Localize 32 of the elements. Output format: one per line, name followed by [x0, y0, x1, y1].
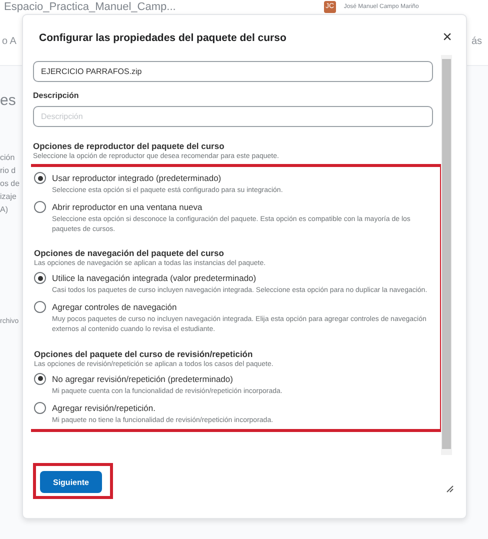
section-heading: Opciones del paquete del curso de revisión/repetición: [34, 348, 254, 359]
radio-button[interactable]: [34, 272, 46, 284]
page-text: os de: [0, 179, 20, 188]
course-title: Espacio_Practica_Manuel_Camp...: [4, 0, 176, 12]
section-heading: Opciones de navegación del paquete del curso: [34, 248, 225, 258]
page-text: ción: [0, 153, 15, 162]
section-heading: Opciones de reproductor del paquete del curso: [33, 141, 226, 151]
option-label: Abrir reproductor en una ventana nueva: [52, 200, 204, 213]
resize-grip-icon[interactable]: [446, 485, 454, 493]
page-text: rio d: [0, 166, 16, 175]
next-button[interactable]: Siguiente: [40, 471, 102, 493]
radio-button[interactable]: [34, 172, 46, 184]
radio-button[interactable]: [34, 372, 46, 385]
page-text: es: [0, 92, 16, 109]
radio-button[interactable]: [34, 200, 46, 213]
description-field[interactable]: Descripción: [33, 106, 433, 127]
nav-item[interactable]: ás: [471, 36, 482, 65]
option-label: No agregar revisión/repetición (predeterminado): [52, 372, 234, 385]
close-button[interactable]: ×: [442, 29, 452, 47]
page-text: A): [0, 205, 8, 214]
page-text: izaje: [0, 192, 16, 201]
option-label: Agregar revisión/repetición.: [52, 402, 156, 414]
dialog-title: Configurar las propiedades del paquete del curso: [39, 32, 286, 44]
option-label: Utilice la navegación integrada (valor predeterminado): [52, 272, 258, 284]
nav-item[interactable]: o A: [2, 36, 16, 65]
radio-button[interactable]: [34, 301, 46, 314]
radio-button[interactable]: [34, 402, 46, 414]
scrollbar[interactable]: [441, 55, 452, 455]
option-label: Agregar controles de navegación: [52, 301, 178, 314]
field-label: Descripción: [33, 91, 80, 100]
option-label: Usar reproductor integrado (predeterminado): [52, 172, 222, 184]
file-name-field[interactable]: EJERCICIO PARRAFOS.zip: [33, 61, 433, 82]
